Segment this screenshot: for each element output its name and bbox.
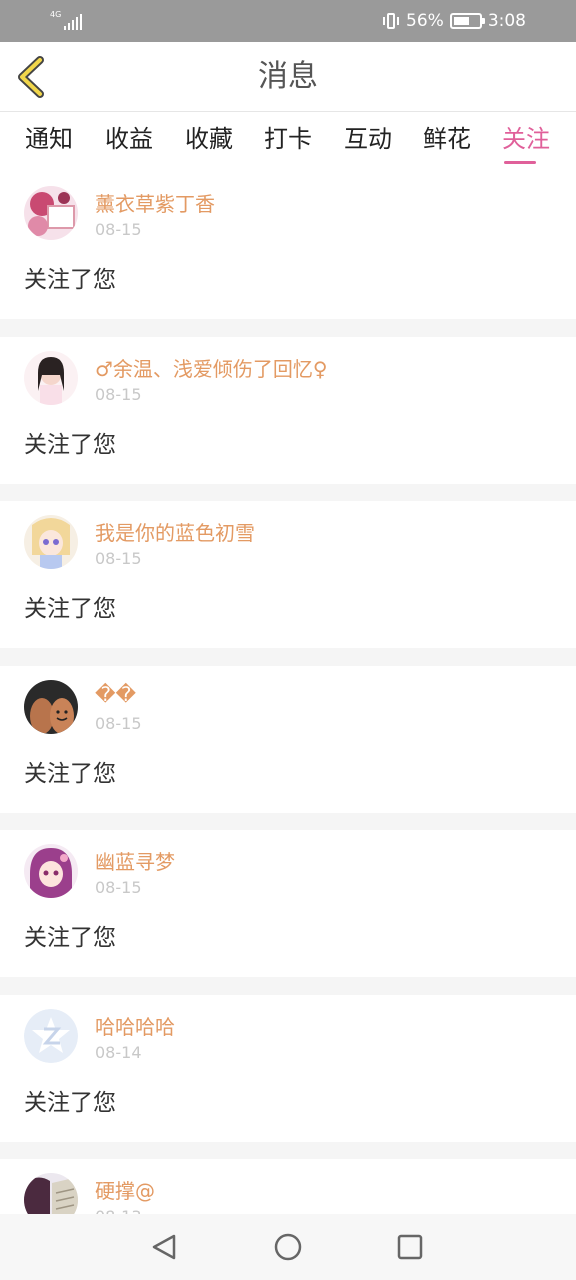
nav-back-button[interactable] [146,1228,184,1266]
message-card[interactable]: �� 08-15 关注了您 [0,665,576,813]
tab-2[interactable]: 收藏 [177,112,241,172]
message-text: 关注了您 [24,760,116,787]
username[interactable]: 薰衣草紫丁香 [95,188,215,217]
status-bar: 4G 56% 3:08 [0,0,576,42]
nav-home-button[interactable] [269,1228,307,1266]
message-date: 08-15 [95,549,142,568]
clock: 3:08 [487,11,526,31]
title-bar: 消息 [0,42,576,112]
message-date: 08-14 [95,1042,142,1062]
avatar[interactable] [24,1008,78,1063]
username[interactable]: 硬撑@ [95,1175,155,1204]
page-title: 消息 [258,59,318,94]
triangle-back-icon [152,1234,176,1260]
avatar[interactable] [24,515,78,569]
battery-icon [449,13,485,29]
tab-6[interactable]: 关注 [494,112,558,172]
tab-label: 互动 [344,125,392,153]
circle-home-icon [274,1233,302,1261]
message-card[interactable]: 哈哈哈哈 08-14 关注了您 [0,994,576,1142]
tab-label: 鲜花 [423,125,471,153]
square-recent-icon [397,1234,423,1260]
message-text: 关注了您 [24,267,116,293]
chevron-left-icon [18,56,44,98]
message-card[interactable]: 薰衣草紫丁香 08-15 关注了您 [0,172,576,319]
avatar[interactable] [24,350,78,405]
message-card[interactable]: 幽蓝寻梦 08-15 关注了您 [0,830,576,977]
username[interactable]: 哈哈哈哈 [95,1011,175,1040]
tab-3[interactable]: 打卡 [256,112,320,172]
message-card[interactable]: 我是你的蓝色初雪 08-15 关注了您 [0,501,576,648]
tab-label: 收藏 [185,125,233,153]
battery-percent: 56% [406,11,444,31]
back-button[interactable] [12,52,60,102]
message-text: 关注了您 [24,925,116,951]
message-date: 08-15 [95,220,142,239]
tab-5[interactable]: 鲜花 [415,112,479,172]
message-text: 关注了您 [24,596,116,622]
message-card[interactable]: ♂余温、浅爱倾伤了回忆♀ 08-15 关注了您 [0,336,576,484]
system-nav-bar [0,1214,576,1280]
message-text: 关注了您 [24,431,116,458]
tab-0[interactable]: 通知 [17,112,81,172]
avatar[interactable] [24,844,78,898]
tab-1[interactable]: 收益 [97,112,161,172]
message-date: 08-15 [95,878,142,897]
message-date: 08-13 [95,1207,142,1214]
nav-recent-button[interactable] [391,1228,429,1266]
avatar[interactable] [24,1173,78,1214]
username[interactable]: ♂余温、浅爱倾伤了回忆♀ [95,353,328,382]
username[interactable]: 我是你的蓝色初雪 [95,517,255,546]
vibrate-icon [382,11,400,31]
tab-label: 关注 [502,125,550,153]
message-date: 08-15 [95,384,142,404]
network-type: 4G [50,10,62,19]
avatar[interactable] [24,186,78,240]
message-date: 08-15 [95,713,142,733]
username[interactable]: �� [95,682,136,706]
tab-bar: 通知 收益 收藏 打卡 互动 鲜花 关注 [0,112,576,172]
username[interactable]: 幽蓝寻梦 [95,846,175,875]
tab-label: 打卡 [264,125,312,153]
message-card[interactable]: 硬撑@08-13关注了您 [0,1159,576,1214]
tab-indicator [504,161,536,164]
avatar[interactable] [24,679,78,734]
message-text: 关注了您 [24,1089,116,1116]
tab-4[interactable]: 互动 [336,112,400,172]
message-list: 薰衣草紫丁香 08-15 关注了您 ♂余温、浅爱倾伤了回忆♀ 08-15 关注了您 我是你的… [0,172,576,1214]
signal-icon: 4G [50,10,82,32]
tab-label: 收益 [105,125,153,153]
tab-label: 通知 [25,125,73,153]
